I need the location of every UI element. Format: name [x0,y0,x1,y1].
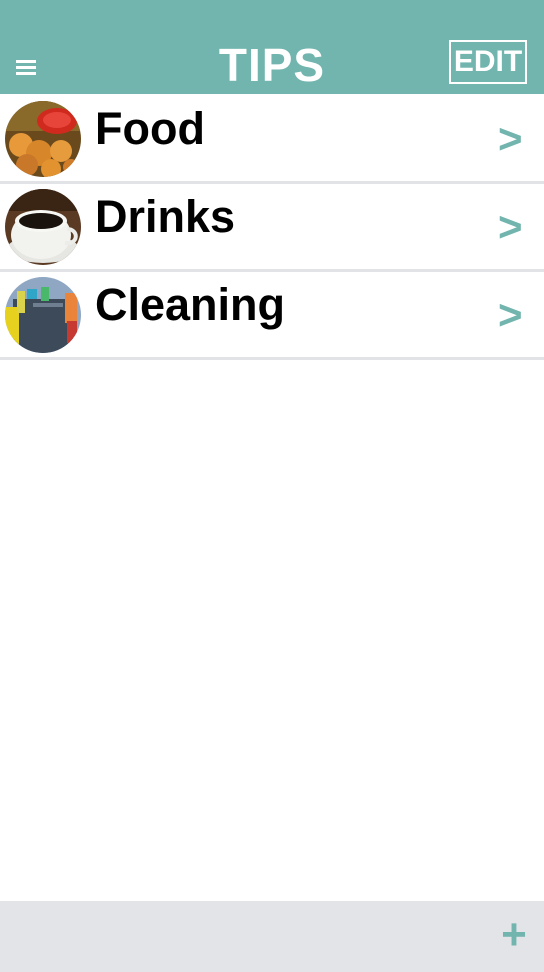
category-label: Cleaning [95,279,286,330]
category-row-cleaning[interactable]: Cleaning > [0,272,544,360]
category-list: Food > Drinks > Cleaning > [0,96,544,360]
cleaning-thumbnail [5,277,81,353]
chevron-right-icon: > [498,115,523,162]
bottom-toolbar: + [0,901,544,972]
food-thumbnail [5,101,81,177]
category-row-drinks[interactable]: Drinks > [0,184,544,272]
add-button[interactable]: + [496,913,532,957]
category-row-food[interactable]: Food > [0,96,544,184]
category-label: Food [95,103,205,154]
edit-button[interactable]: EDIT [449,40,527,84]
category-label: Drinks [95,191,236,242]
app-header: TIPS EDIT [0,0,544,94]
chevron-right-icon: > [498,203,523,250]
drinks-thumbnail [5,189,81,265]
chevron-right-icon: > [498,291,523,338]
